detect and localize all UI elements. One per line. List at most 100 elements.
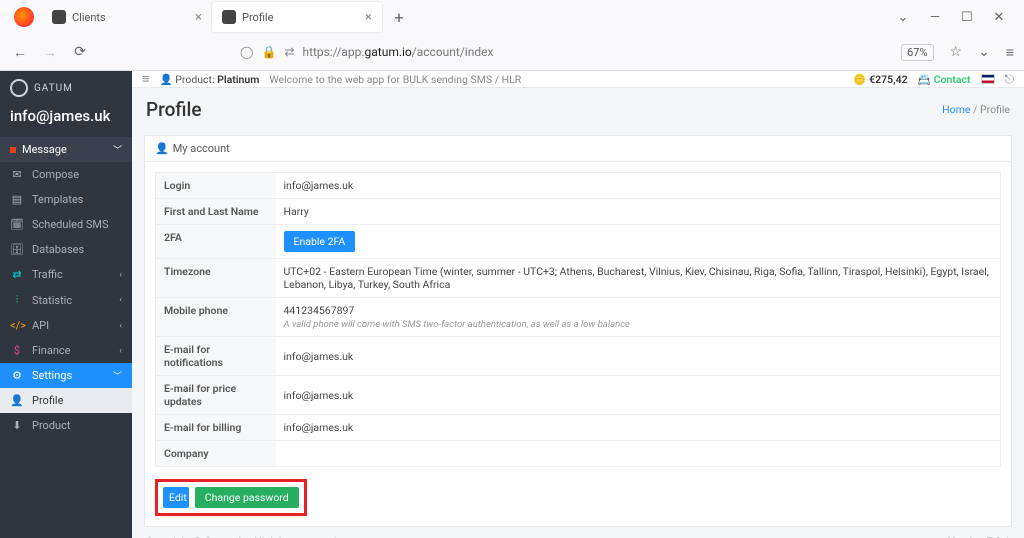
chevron-down-icon: ﹀ <box>113 143 122 156</box>
sidebar-label: Message <box>22 143 67 156</box>
finance-icon: $ <box>10 344 24 357</box>
sidebar-item-databases[interactable]: 🗄Databases <box>0 237 132 262</box>
traffic-icon: ⇄ <box>10 268 24 281</box>
sidebar-item-compose[interactable]: ✉Compose <box>0 162 132 187</box>
sidebar-label: Databases <box>32 243 84 256</box>
compose-icon: ✉ <box>10 168 24 181</box>
sidebar-label: Finance <box>32 344 70 357</box>
panel-body: Logininfo@james.uk First and Last NameHa… <box>144 162 1012 527</box>
sidebar-label: Product <box>32 419 70 432</box>
value-name: Harry <box>276 199 1001 225</box>
browser-chrome: Clients × Profile × + ⌄ — ☐ ✕ ← → ⟳ ◯ 🔒 … <box>0 0 1024 71</box>
forward-button[interactable]: → <box>40 44 60 61</box>
sidebar-item-templates[interactable]: ▤Templates <box>0 187 132 212</box>
value-timezone: UTC+02 - Eastern European Time (winter, … <box>276 259 1001 298</box>
table-row: E-mail for notificationsinfo@james.uk <box>156 337 1001 376</box>
phone-hint: A valid phone will come with SMS two-fac… <box>284 319 993 330</box>
user-icon: 👤 <box>155 142 169 155</box>
menu-toggle-icon[interactable]: ≡ <box>142 71 150 87</box>
pocket-icon[interactable]: ⌄ <box>978 44 990 60</box>
minimize-icon[interactable]: — <box>928 10 942 25</box>
sidebar-item-scheduled[interactable]: 🗓 Scheduled SMS <box>0 212 132 237</box>
sidebar-label: API <box>32 319 49 332</box>
table-row: TimezoneUTC+02 - Eastern European Time (… <box>156 259 1001 298</box>
balance[interactable]: 🪙€275,42 <box>853 73 908 86</box>
contact-link[interactable]: 📇Contact <box>918 73 971 86</box>
close-window-icon[interactable]: ✕ <box>992 10 1006 25</box>
sidebar-item-traffic[interactable]: ⇄Traffic‹ <box>0 262 132 287</box>
settings-toggle-icon: ⇄ <box>284 45 294 59</box>
sidebar-item-product[interactable]: ⬇Product <box>0 413 132 438</box>
label-phone: Mobile phone <box>156 298 276 337</box>
table-row: Company <box>156 441 1001 467</box>
browser-tab-profile[interactable]: Profile × <box>212 2 382 32</box>
sidebar-label: Settings <box>32 369 72 382</box>
profile-table: Logininfo@james.uk First and Last NameHa… <box>155 172 1001 467</box>
user-email: info@james.uk <box>0 101 132 137</box>
coin-icon: 🪙 <box>853 73 866 86</box>
tab-favicon <box>222 10 236 24</box>
firefox-icon <box>14 7 34 27</box>
label-notif-email: E-mail for notifications <box>156 337 276 376</box>
sidebar-item-message[interactable]: Message ﹀ <box>0 137 132 162</box>
back-button[interactable]: ← <box>10 44 30 61</box>
value-company <box>276 441 1001 467</box>
flag-icon[interactable] <box>981 74 995 84</box>
menu-icon[interactable]: ≡ <box>1006 44 1014 61</box>
close-icon[interactable]: × <box>365 10 372 25</box>
sidebar-item-profile[interactable]: 👤Profile <box>0 388 132 413</box>
logo-icon <box>10 79 28 97</box>
label-name: First and Last Name <box>156 199 276 225</box>
brand-name: GATUM <box>34 83 73 94</box>
value-login: info@james.uk <box>276 173 1001 199</box>
sidebar-item-api[interactable]: </>API‹ <box>0 313 132 338</box>
reload-button[interactable]: ⟳ <box>70 44 90 60</box>
code-icon: </> <box>10 319 24 332</box>
breadcrumb: Home / Profile <box>942 103 1010 116</box>
tab-favicon <box>52 10 66 24</box>
chevron-left-icon: ‹ <box>119 295 122 305</box>
label-2fa: 2FA <box>156 225 276 259</box>
change-password-button[interactable]: Change password <box>195 487 299 508</box>
chart-icon: ⫶ <box>10 293 24 307</box>
sidebar-item-settings[interactable]: ⚙Settings﹀ <box>0 363 132 388</box>
value-billing-email: info@james.uk <box>276 415 1001 441</box>
label-company: Company <box>156 441 276 467</box>
lock-icon: 🔒 <box>261 45 276 59</box>
panel-title: My account <box>173 142 230 155</box>
url-bar[interactable]: ◯ 🔒 ⇄ https://app.gatum.io/account/index <box>230 38 891 66</box>
label-login: Login <box>156 173 276 199</box>
gear-icon: ⚙ <box>10 369 24 382</box>
chevron-down-icon[interactable]: ⌄ <box>896 10 910 25</box>
breadcrumb-home[interactable]: Home <box>942 103 970 116</box>
label-price-email: E-mail for price updates <box>156 376 276 415</box>
chevron-left-icon: ‹ <box>119 346 122 356</box>
welcome-text: Welcome to the web app for BULK sending … <box>269 73 521 86</box>
close-icon[interactable]: × <box>195 10 202 25</box>
value-phone: 441234567897 <box>284 304 355 317</box>
logout-icon[interactable]: ⎋ <box>1005 72 1015 87</box>
sidebar: GATUM info@james.uk Message ﹀ ✉Compose ▤… <box>0 71 132 538</box>
chevron-left-icon: ‹ <box>119 270 122 280</box>
calendar-icon: 🗓 <box>10 218 24 231</box>
table-row: Mobile phone 441234567897 A valid phone wi… <box>156 298 1001 337</box>
new-tab-button[interactable]: + <box>386 4 412 30</box>
table-row: E-mail for billinginfo@james.uk <box>156 415 1001 441</box>
enable-2fa-button[interactable]: Enable 2FA <box>284 231 356 252</box>
browser-tab-clients[interactable]: Clients × <box>42 2 212 32</box>
shield-icon: ◯ <box>240 45 253 59</box>
bookmark-icon[interactable]: ☆ <box>950 44 963 60</box>
top-strip: ≡ 👤 Product: Platinum Welcome to the web… <box>132 71 1024 88</box>
user-icon: 👤 <box>160 73 173 86</box>
table-row: 2FA Enable 2FA <box>156 225 1001 259</box>
value-price-email: info@james.uk <box>276 376 1001 415</box>
maximize-icon[interactable]: ☐ <box>960 10 974 25</box>
sidebar-item-finance[interactable]: $ Finance ‹ <box>0 338 132 363</box>
zoom-level[interactable]: 67% <box>901 44 933 61</box>
page-title: Profile <box>146 98 202 121</box>
table-row: First and Last NameHarry <box>156 199 1001 225</box>
sidebar-label: Scheduled SMS <box>32 218 109 231</box>
edit-button[interactable]: Edit <box>163 487 189 508</box>
sidebar-item-statistic[interactable]: ⫶Statistic‹ <box>0 287 132 313</box>
tab-label: Clients <box>72 11 106 24</box>
